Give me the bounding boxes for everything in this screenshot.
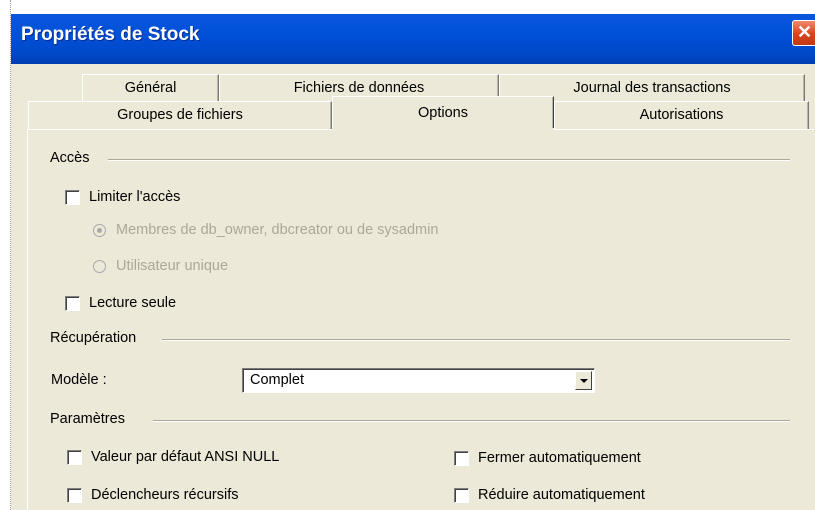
tab-label: Fichiers de données [293,80,425,96]
lecture-seule-checkbox[interactable] [65,295,80,311]
radio-utilisateur-unique-label: Utilisateur unique [116,258,229,274]
ansi-null-option[interactable]: Valeur par défaut ANSI NULL [67,447,279,467]
title-bar[interactable]: Propriétés de Stock ✕ [11,0,815,64]
radio-selected-dot [97,227,102,233]
tab-autorisations[interactable]: Autorisations [554,101,809,129]
tab-label: Journal des transactions [573,80,731,96]
fermer-auto-label: Fermer automatiquement [478,450,641,466]
window-title: Propriétés de Stock [21,24,200,45]
group-divider [108,159,790,161]
group-divider [162,339,790,341]
title-bar-top-edge [11,0,815,14]
tab-groupes-de-fichiers[interactable]: Groupes de fichiers [28,101,332,129]
group-title-recuperation: Récupération [50,330,137,346]
panel-border-left [27,129,28,510]
reduire-auto-label: Réduire automatiquement [478,487,645,503]
tab-label: Options [418,105,468,121]
tab-label: Groupes de fichiers [117,107,243,123]
group-title-acces: Accès [50,150,90,166]
chevron-down-icon [579,378,588,383]
declencheurs-recursifs-label: Déclencheurs récursifs [91,487,239,503]
ansi-null-checkbox[interactable] [67,449,82,465]
fermer-auto-option[interactable]: Fermer automatiquement [454,448,641,468]
tab-label: Général [124,80,177,96]
reduire-auto-checkbox[interactable] [454,487,469,503]
properties-dialog: Propriétés de Stock ✕ Général Fichiers d… [11,0,815,510]
modele-select[interactable]: Complet [242,368,595,393]
tab-strip: Général Fichiers de données Journal des … [11,64,815,134]
lecture-seule-label: Lecture seule [89,295,177,311]
close-button[interactable]: ✕ [792,20,815,46]
ansi-null-label: Valeur par défaut ANSI NULL [91,449,280,465]
radio-membres[interactable] [93,223,106,237]
declencheurs-recursifs-option[interactable]: Déclencheurs récursifs [67,485,238,505]
declencheurs-recursifs-checkbox[interactable] [67,487,82,503]
tab-general[interactable]: Général [82,74,219,102]
tab-options[interactable]: Options [332,96,554,129]
modele-dropdown-button[interactable] [575,371,592,390]
group-divider [153,420,790,422]
radio-membres-option[interactable]: Membres de db_owner, dbcreator ou de sys… [93,220,438,240]
radio-utilisateur-unique-option[interactable]: Utilisateur unique [93,256,228,276]
modele-label: Modèle : [51,372,107,388]
fermer-auto-checkbox[interactable] [454,450,469,466]
radio-utilisateur-unique[interactable] [93,259,106,273]
tab-label: Autorisations [639,107,724,123]
limiter-acces-label: Limiter l'accès [89,189,181,205]
active-tab-joint [332,128,554,131]
lecture-seule-option[interactable]: Lecture seule [65,293,176,313]
limiter-acces-option[interactable]: Limiter l'accès [65,187,180,207]
background-window-edge [0,0,11,510]
modele-select-value: Complet [250,372,304,388]
close-icon: ✕ [796,22,813,42]
group-title-parametres: Paramètres [50,411,125,427]
limiter-acces-checkbox[interactable] [65,189,80,205]
radio-membres-label: Membres de db_owner, dbcreator ou de sys… [116,222,439,238]
reduire-auto-option[interactable]: Réduire automatiquement [454,485,645,505]
